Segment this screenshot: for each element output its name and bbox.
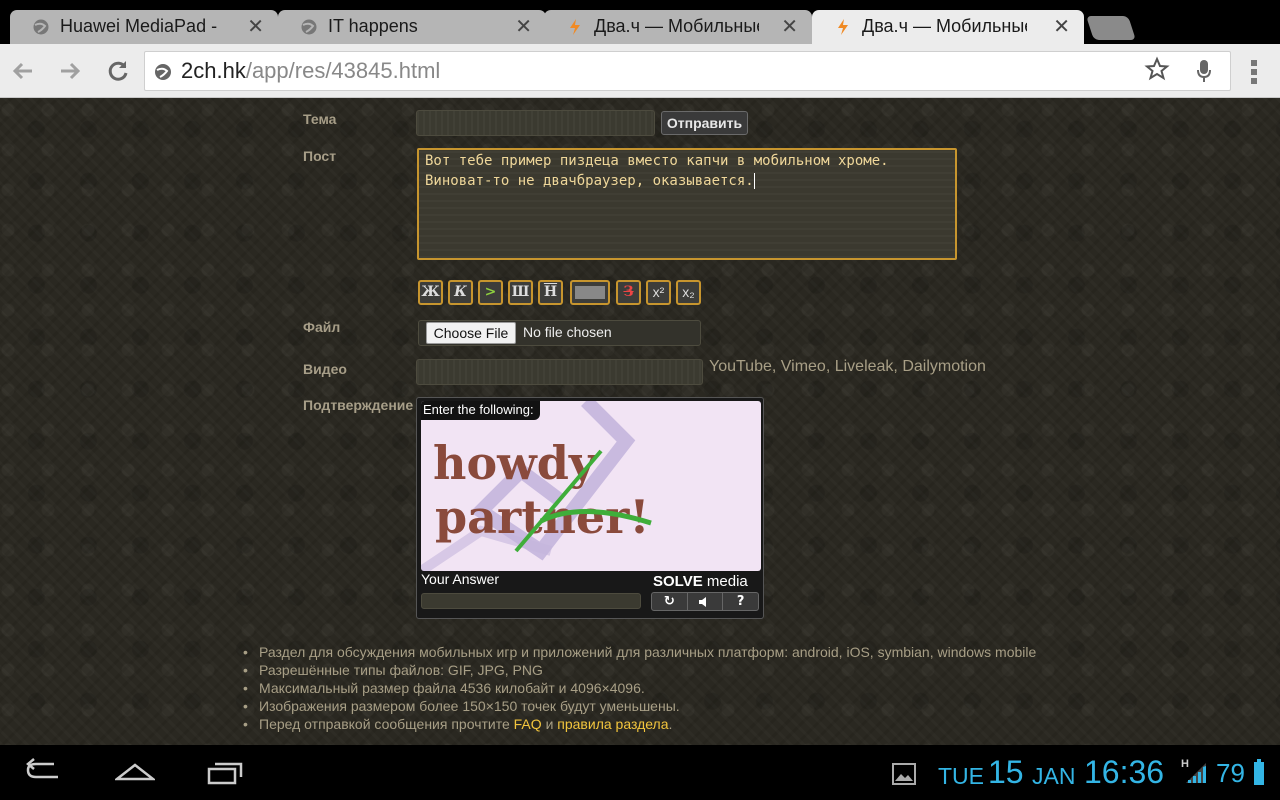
clock-text: 16:36 — [1084, 754, 1165, 790]
close-icon[interactable]: ✕ — [515, 14, 532, 38]
rule-item: Изображения размером более 150×150 точек… — [243, 697, 1036, 715]
close-icon[interactable]: ✕ — [247, 14, 264, 38]
microphone-icon[interactable] — [1196, 59, 1212, 83]
video-label: Видео — [303, 361, 347, 377]
post-text-line-2: Виноват-то не двачбраузер, оказывается. — [425, 173, 755, 189]
overflow-menu-icon[interactable] — [1249, 58, 1259, 86]
url-domain: 2ch.hk — [181, 58, 246, 83]
confirm-label: Подтверждение — [303, 397, 414, 413]
strike-button[interactable]: З — [616, 280, 641, 305]
post-text-line: Вот тебе пример пиздеца вместо капчи в м… — [425, 153, 889, 169]
rule-item: Перед отправкой сообщения прочтите FAQ и… — [243, 715, 1036, 733]
rule-item: Максимальный размер файла 4536 килобайт … — [243, 679, 1036, 697]
subscript-button[interactable]: x₂ — [676, 280, 701, 305]
tab-title: IT happens — [328, 16, 418, 36]
lightning-icon — [570, 19, 580, 35]
system-bar: TUE 15 JAN 16:36 H 79 — [0, 745, 1280, 800]
post-textarea[interactable]: Вот тебе пример пиздеца вместо капчи в м… — [417, 148, 957, 260]
day-text: TUE — [938, 763, 984, 789]
tab-dvach-1[interactable]: Два.ч — Мобильные ✕ — [544, 10, 812, 44]
captcha-widget: howdy partner! Enter the following: Your… — [416, 397, 764, 619]
month-text: JAN — [1032, 763, 1076, 789]
star-icon[interactable] — [1144, 56, 1170, 82]
rule-item: Раздел для обсуждения мобильных игр и пр… — [243, 643, 1036, 661]
italic-button[interactable]: К — [448, 280, 473, 305]
choose-file-button[interactable]: Choose File — [426, 322, 516, 344]
subject-input[interactable] — [416, 110, 655, 136]
lightning-icon — [838, 19, 848, 35]
board-rules: Раздел для обсуждения мобильных игр и пр… — [243, 643, 1036, 733]
home-icon[interactable] — [115, 757, 155, 787]
tab-title: Huawei MediaPad - — [60, 16, 218, 36]
tab-huawei[interactable]: Huawei MediaPad - ✕ — [10, 10, 278, 44]
signal-icon — [1186, 763, 1206, 783]
omnibox[interactable]: 2ch.hk/app/res/43845.html — [144, 51, 1231, 91]
rule-item: Разрешённые типы файлов: GIF, JPG, PNG — [243, 661, 1036, 679]
solvemedia-logo: SOLVE media — [653, 573, 748, 590]
overline-button[interactable]: Н — [538, 280, 563, 305]
refresh-icon[interactable]: ↻ — [652, 593, 688, 610]
tab-title: Два.ч — Мобильные — [594, 16, 759, 36]
tab-dvach-active[interactable]: Два.ч — Мобильные ✕ — [812, 10, 1084, 44]
globe-icon — [301, 19, 317, 35]
battery-icon — [1254, 759, 1264, 785]
back-arrow-icon[interactable] — [8, 56, 38, 86]
reload-icon[interactable] — [103, 56, 133, 86]
url-text[interactable]: 2ch.hk/app/res/43845.html — [181, 58, 440, 84]
video-input[interactable] — [416, 359, 703, 385]
video-hint: YouTube, Vimeo, Liveleak, Dailymotion — [709, 358, 986, 375]
submit-button[interactable]: Отправить — [661, 111, 748, 135]
post-label: Пост — [303, 148, 337, 164]
underline-button[interactable]: Ш — [508, 280, 533, 305]
superscript-button[interactable]: x² — [646, 280, 671, 305]
rules-link[interactable]: правила раздела — [557, 716, 668, 732]
close-icon[interactable]: ✕ — [781, 14, 798, 38]
globe-icon — [155, 64, 171, 80]
captcha-answer-input[interactable] — [421, 593, 641, 609]
url-path: /app/res/43845.html — [245, 58, 441, 83]
bold-button[interactable]: Ж — [418, 280, 443, 305]
globe-icon — [33, 19, 49, 35]
tab-it-happens[interactable]: IT happens ✕ — [278, 10, 546, 44]
help-icon[interactable]: ? — [723, 593, 758, 610]
no-file-text: No file chosen — [523, 324, 612, 340]
your-answer-label: Your Answer — [421, 571, 500, 587]
quote-button[interactable]: > — [478, 280, 503, 305]
spoiler-button[interactable] — [570, 280, 610, 305]
date-text: 15 — [988, 754, 1024, 790]
tab-title: Два.ч — Мобильные — [862, 16, 1027, 36]
battery-percent: 79 — [1216, 758, 1245, 788]
speaker-icon[interactable] — [688, 593, 724, 610]
page-content: Тема Отправить Пост Вот тебе пример пизд… — [0, 98, 1280, 745]
browser-toolbar: 2ch.hk/app/res/43845.html — [0, 44, 1280, 98]
captcha-instruction: Enter the following: — [421, 401, 540, 420]
forward-arrow-icon[interactable] — [55, 56, 85, 86]
captcha-controls: ↻ ? — [651, 592, 759, 611]
new-tab-button[interactable] — [1086, 16, 1136, 40]
gallery-notification-icon[interactable] — [892, 763, 916, 785]
faq-link[interactable]: FAQ — [514, 716, 542, 732]
captcha-image: howdy partner! Enter the following: — [421, 401, 761, 571]
recent-apps-icon[interactable] — [205, 757, 245, 787]
back-icon[interactable] — [24, 757, 64, 787]
tab-strip: Huawei MediaPad - ✕ IT happens ✕ Два.ч —… — [0, 0, 1280, 44]
file-label: Файл — [303, 319, 341, 335]
subject-label: Тема — [303, 111, 337, 127]
close-icon[interactable]: ✕ — [1053, 14, 1070, 38]
